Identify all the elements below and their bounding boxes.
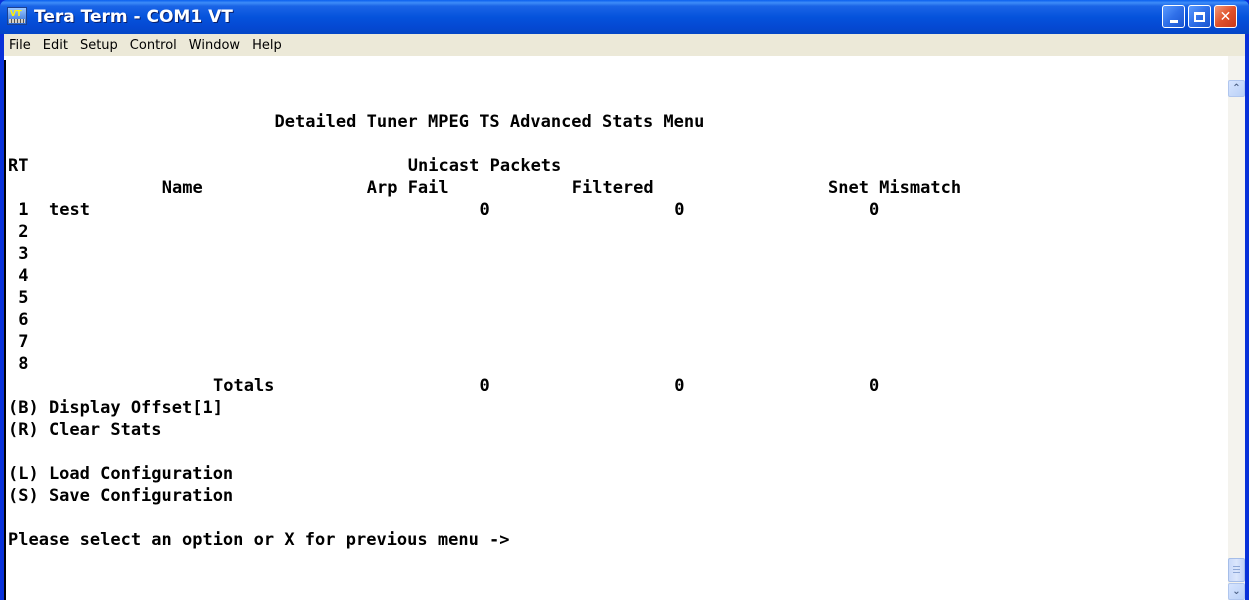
terminal-screen[interactable]: Detailed Tuner MPEG TS Advanced Stats Me…: [4, 60, 1227, 600]
col-snet-mismatch: Snet Mismatch: [828, 178, 962, 198]
row-index: 1: [18, 200, 29, 220]
totals-arp-fail: 0: [479, 376, 490, 396]
maximize-icon: [1194, 11, 1205, 22]
row-index: 6: [18, 310, 29, 330]
row-filtered: 0: [674, 200, 685, 220]
row-name: test: [49, 200, 90, 220]
heading-text: Detailed Tuner MPEG TS Advanced Stats Me…: [274, 112, 705, 132]
scroll-up-button[interactable]: ⌃: [1228, 80, 1245, 97]
totals-label: Totals: [213, 376, 275, 396]
scroll-down-button[interactable]: ⌄: [1228, 583, 1245, 600]
vertical-scrollbar[interactable]: ⌃ ⌄: [1228, 56, 1245, 600]
tera-term-window: Tera Term - COM1 VT ✕ File Edit Setup Co…: [0, 0, 1249, 600]
chevron-down-icon: ⌄: [1232, 586, 1241, 597]
totals-filtered: 0: [674, 376, 685, 396]
menu-control[interactable]: Control: [124, 38, 183, 53]
menu-bar: File Edit Setup Control Window Help: [4, 34, 1245, 56]
col-name: Name: [161, 178, 203, 198]
option-text: (B) Display Offset[1]: [8, 398, 223, 418]
maximize-button[interactable]: [1188, 5, 1211, 28]
row-index: 7: [18, 332, 29, 352]
menu-help[interactable]: Help: [246, 38, 288, 53]
unicast-packets-label: Unicast Packets: [407, 156, 562, 176]
col-arp-fail: Arp Fail: [366, 178, 449, 198]
client-area: Detailed Tuner MPEG TS Advanced Stats Me…: [4, 56, 1245, 600]
option-text: (R) Clear Stats: [8, 420, 162, 440]
menu-file[interactable]: File: [4, 38, 37, 53]
minimize-icon: [1169, 19, 1178, 23]
prompt-text: Please select an option or X for previou…: [8, 530, 510, 550]
totals-snet-mismatch: 0: [869, 376, 880, 396]
rt-label: RT: [8, 156, 29, 176]
menu-setup[interactable]: Setup: [74, 38, 124, 53]
row-index: 4: [18, 266, 29, 286]
menu-window[interactable]: Window: [183, 38, 246, 53]
option-text: (S) Save Configuration: [8, 486, 234, 506]
row-index: 8: [18, 354, 29, 374]
row-index: 5: [18, 288, 29, 308]
row-index: 3: [18, 244, 29, 264]
chevron-up-icon: ⌃: [1232, 83, 1241, 94]
col-filtered: Filtered: [571, 178, 654, 198]
teraterm-app-icon[interactable]: [7, 7, 27, 25]
scrollbar-thumb[interactable]: [1228, 558, 1245, 582]
close-button[interactable]: ✕: [1214, 5, 1237, 28]
window-title: Tera Term - COM1 VT: [34, 7, 233, 27]
row-index: 2: [18, 222, 29, 242]
close-icon: ✕: [1219, 8, 1232, 25]
row-snet-mismatch: 0: [869, 200, 880, 220]
option-text: (L) Load Configuration: [8, 464, 234, 484]
row-arp-fail: 0: [479, 200, 490, 220]
minimize-button[interactable]: [1162, 5, 1185, 28]
menu-edit[interactable]: Edit: [37, 38, 74, 53]
title-bar[interactable]: Tera Term - COM1 VT ✕: [0, 0, 1249, 34]
